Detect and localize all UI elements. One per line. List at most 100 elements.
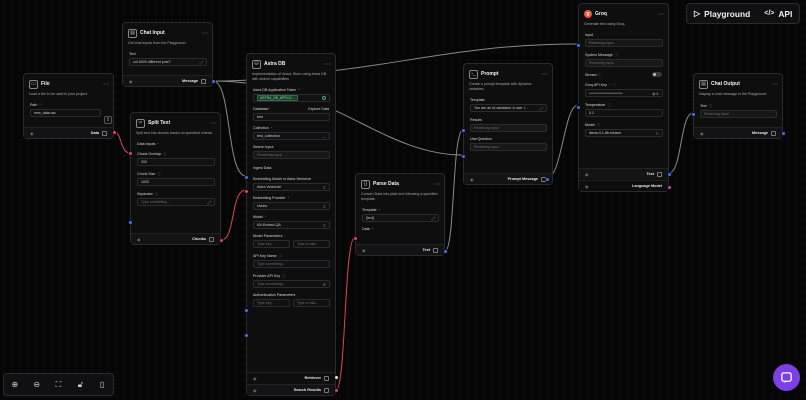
output-toggle-icon[interactable] <box>201 78 206 84</box>
token-badge: ASTRA_DB_APPLIC... <box>257 95 298 101</box>
eye-icon[interactable]: ◉ <box>585 172 588 177</box>
stream-toggle[interactable] <box>652 72 662 77</box>
ingest-data-handle[interactable] <box>244 189 249 194</box>
chunk-size-input[interactable]: 1000 <box>137 178 215 186</box>
explore-data-link[interactable]: Explore Data <box>308 107 329 111</box>
separator-handle[interactable] <box>128 220 133 225</box>
token-input[interactable]: ASTRA_DB_APPLIC... <box>253 94 330 102</box>
expand-icon[interactable]: ⤢ <box>200 60 203 65</box>
expand-icon[interactable]: ⤢ <box>208 200 211 205</box>
auth-key-input[interactable]: Type key... <box>253 299 290 307</box>
chunk-size-label: Chunk Size <box>137 171 156 176</box>
output-toggle-icon[interactable] <box>324 375 329 381</box>
message-output-handle[interactable] <box>211 79 216 84</box>
input-handle[interactable] <box>576 43 581 48</box>
embedding-model-select[interactable]: Astra Vectorize ⇕ <box>253 183 330 191</box>
chunks-output-handle[interactable] <box>219 238 224 243</box>
param-value-input[interactable]: Type a valu... <box>293 240 330 248</box>
more-icon[interactable]: ⋯ <box>658 11 664 18</box>
groq-node[interactable]: g Groq ⋯ Generate text using Groq. Input R… <box>576 3 672 192</box>
results-input-handle[interactable] <box>461 128 466 133</box>
chat-icon: ▤ <box>699 79 708 89</box>
output-toggle-icon[interactable] <box>209 236 214 242</box>
more-icon[interactable]: ⋯ <box>772 81 778 88</box>
prompt-message-output-handle[interactable] <box>545 177 550 182</box>
eye-icon[interactable]: ◉ <box>362 248 365 253</box>
database-select[interactable]: test <box>253 113 330 121</box>
provider-api-key-handle[interactable] <box>244 333 249 338</box>
data-output-handle[interactable] <box>112 130 117 135</box>
more-icon[interactable]: ⋯ <box>202 30 208 37</box>
eye-icon[interactable]: ◉ <box>470 177 473 182</box>
text-output-handle[interactable] <box>667 172 672 177</box>
eye-icon[interactable]: ◉⊕ <box>652 91 659 96</box>
chat-fab-button[interactable] <box>773 364 800 391</box>
globe-icon[interactable]: ⊕ <box>323 282 326 287</box>
more-icon[interactable]: ⋯ <box>434 181 440 188</box>
zoom-out-icon[interactable]: ⊖ <box>31 380 43 389</box>
lock-icon[interactable]: 🔓︎ <box>74 380 86 390</box>
output-toggle-icon[interactable] <box>324 387 329 393</box>
data-inputs-handle[interactable] <box>128 151 133 156</box>
param-key-input[interactable]: Type key... <box>253 240 290 248</box>
provider-api-key-input[interactable]: Type something... ⊕ <box>253 280 330 288</box>
path-field[interactable]: new_data.csv <box>30 109 101 117</box>
output-toggle-icon[interactable] <box>657 171 662 177</box>
text-field[interactable]: cut 5000 different post? ⤢ <box>129 58 207 66</box>
file-node[interactable]: ▭ File ⋯ Load a file to be used in your pr… <box>23 73 117 139</box>
astra-db-node[interactable]: ⛁ Astra DB ⋯ Implementation of Vector Stor… <box>244 53 339 396</box>
chat-output-node[interactable]: ▤ Chat Output ⋯ Display a chat message in … <box>691 73 786 139</box>
more-icon[interactable]: ⋯ <box>542 71 548 78</box>
expand-icon[interactable]: ⤢ <box>540 106 543 111</box>
separator-input[interactable]: Type something... ⤢ <box>137 198 215 206</box>
eye-icon[interactable]: ◉ <box>585 184 588 189</box>
collection-select[interactable]: test_collection ⌄ <box>253 132 330 140</box>
template-input[interactable]: {text} ⤢ <box>362 214 439 222</box>
api-key-name-handle[interactable] <box>244 308 249 313</box>
output-toggle-icon[interactable] <box>771 130 776 136</box>
temperature-input[interactable]: 0.1 <box>585 109 663 117</box>
model-select[interactable]: NV-Embed-QA ⇕ <box>253 221 330 229</box>
eye-icon[interactable]: ◉ <box>30 131 33 136</box>
model-select[interactable]: llama-3.1-8b-instant ↻ <box>585 129 663 137</box>
eye-icon[interactable]: ◉ <box>253 376 256 381</box>
prompt-node[interactable]: ›_ Prompt ⋯ Create a prompt template with … <box>461 63 553 185</box>
fit-view-icon[interactable]: ⛶ <box>52 380 64 390</box>
playground-button[interactable]: ▷ Playground <box>687 9 757 19</box>
retriever-output-handle[interactable] <box>334 375 339 380</box>
eye-icon[interactable]: ◉ <box>129 79 132 84</box>
eye-icon[interactable]: ◉ <box>137 237 140 242</box>
embedding-model-value: Astra Vectorize <box>257 185 282 189</box>
api-button[interactable]: </> API <box>757 9 799 19</box>
expand-icon[interactable]: ⤢ <box>432 216 435 221</box>
refresh-icon[interactable]: ↻ <box>656 131 659 136</box>
api-key-name-input[interactable]: Type something... <box>253 260 330 268</box>
notes-icon[interactable]: ▯ <box>96 380 108 389</box>
chat-input-node[interactable]: ▤ Chat Input ⋯ Get chat inputs from the Pl… <box>122 22 216 87</box>
text-output-handle[interactable] <box>443 249 448 254</box>
split-text-node[interactable]: ✂ Split Text ⋯ Split text into chunks base… <box>128 112 224 245</box>
api-key-input[interactable]: •••••••••••••••••••••••••••••••• ◉⊕ <box>585 89 663 97</box>
more-icon[interactable]: ⋯ <box>325 61 331 68</box>
more-icon[interactable]: ⋯ <box>210 120 216 127</box>
parse-data-node[interactable]: {} Parse Data ⋯ Convert Data into plain te… <box>353 173 448 256</box>
output-toggle-icon[interactable] <box>433 247 438 253</box>
message-output-handle[interactable] <box>781 131 786 136</box>
text-input-handle[interactable] <box>691 112 696 117</box>
zoom-in-icon[interactable]: ⊕ <box>9 380 21 389</box>
user-question-input-handle[interactable] <box>461 154 466 159</box>
api-key-handle[interactable] <box>576 105 581 110</box>
language-model-output-handle[interactable] <box>667 185 672 190</box>
more-icon[interactable]: ⋯ <box>103 81 109 88</box>
auth-value-input[interactable]: Type a valu... <box>293 299 330 307</box>
upload-icon[interactable]: ⇪ <box>104 116 112 124</box>
provider-select[interactable]: Nvidia ⇕ <box>253 202 330 210</box>
eye-icon[interactable]: ◉ <box>253 388 256 393</box>
template-input[interactable]: You are an AI assistant. A user I... ⤢ <box>470 104 547 112</box>
data-input-handle[interactable] <box>353 236 358 241</box>
search-results-output-handle[interactable] <box>334 388 339 393</box>
search-input-handle[interactable] <box>244 175 249 180</box>
eye-icon[interactable]: ◉ <box>700 131 703 136</box>
output-toggle-icon[interactable] <box>102 130 107 136</box>
chunk-overlap-input[interactable]: 200 <box>137 158 215 166</box>
